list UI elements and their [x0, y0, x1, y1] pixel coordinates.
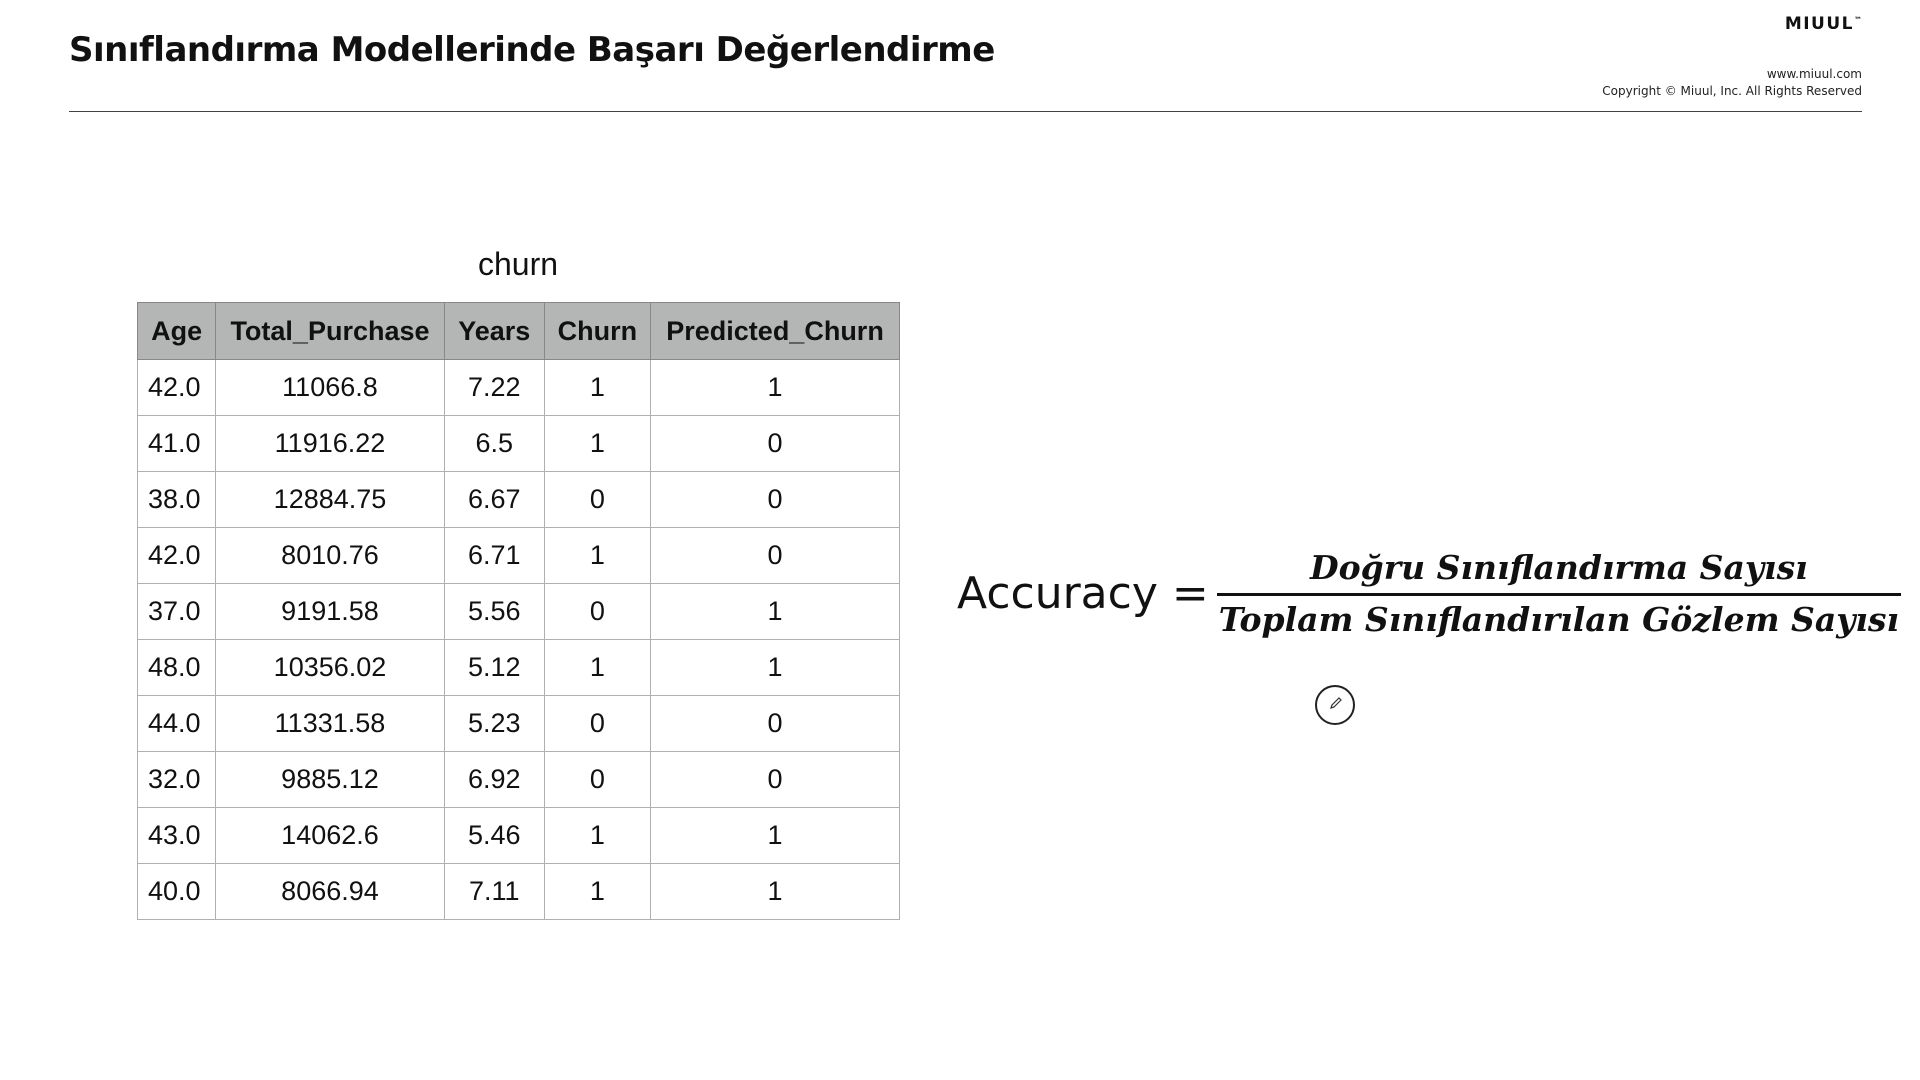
- cell-total-purchase: 10356.02: [215, 639, 445, 696]
- cell-years: 7.11: [443, 863, 545, 920]
- table-row: 43.0 14062.6 5.46 1 1: [137, 807, 900, 864]
- page-title: Sınıflandırma Modellerinde Başarı Değerl…: [69, 30, 995, 70]
- cell-predicted-churn: 0: [650, 527, 900, 584]
- table-row: 41.0 11916.22 6.5 1 0: [137, 415, 900, 472]
- cell-total-purchase: 8010.76: [215, 527, 445, 584]
- brand-trademark: ™: [1854, 15, 1862, 25]
- cell-total-purchase: 14062.6: [215, 807, 445, 864]
- cell-age: 32.0: [137, 751, 217, 808]
- table-row: 48.0 10356.02 5.12 1 1: [137, 639, 900, 696]
- cell-churn: 1: [543, 527, 652, 584]
- cell-years: 5.56: [443, 583, 545, 640]
- website-text: www.miuul.com: [1766, 67, 1862, 81]
- cell-churn: 1: [543, 807, 652, 864]
- table-row: 40.0 8066.94 7.11 1 1: [137, 863, 900, 920]
- pen-cursor-icon: [1315, 685, 1355, 725]
- fraction-bar: [1216, 593, 1902, 596]
- cell-years: 6.71: [443, 527, 545, 584]
- cell-total-purchase: 12884.75: [215, 471, 445, 528]
- cell-age: 44.0: [137, 695, 217, 752]
- cell-predicted-churn: 1: [650, 359, 900, 416]
- cell-age: 40.0: [137, 863, 217, 920]
- cell-years: 6.67: [443, 471, 545, 528]
- column-header-predicted-churn: Predicted_Churn: [650, 302, 900, 360]
- cell-total-purchase: 9191.58: [215, 583, 445, 640]
- cell-churn: 0: [543, 751, 652, 808]
- brand-name: MIUUL: [1784, 14, 1854, 34]
- table-row: 42.0 8010.76 6.71 1 0: [137, 527, 900, 584]
- churn-table: Age Total_Purchase Years Churn Predicted…: [137, 302, 900, 920]
- header-divider: [69, 111, 1862, 112]
- cell-predicted-churn: 1: [650, 639, 900, 696]
- copyright-text: Copyright © Miuul, Inc. All Rights Reser…: [1602, 84, 1862, 98]
- table-row: 42.0 11066.8 7.22 1 1: [137, 359, 900, 416]
- accuracy-label: Accuracy =: [957, 568, 1209, 619]
- table-caption: churn: [477, 246, 559, 282]
- cell-churn: 0: [543, 583, 652, 640]
- cell-churn: 1: [543, 863, 652, 920]
- cell-age: 42.0: [137, 527, 217, 584]
- cell-age: 48.0: [137, 639, 217, 696]
- column-header-years: Years: [443, 302, 545, 360]
- formula-numerator: Doğru Sınıflandırma Sayısı: [1310, 548, 1808, 587]
- column-header-age: Age: [137, 302, 217, 360]
- cell-predicted-churn: 1: [650, 807, 900, 864]
- brand-logo: MIUUL™: [1785, 14, 1862, 34]
- accuracy-formula: Accuracy = Doğru Sınıflandırma Sayısı To…: [957, 548, 1902, 639]
- cell-predicted-churn: 0: [650, 471, 900, 528]
- cell-age: 43.0: [137, 807, 217, 864]
- cell-predicted-churn: 0: [650, 751, 900, 808]
- cell-years: 5.12: [443, 639, 545, 696]
- cell-age: 38.0: [137, 471, 217, 528]
- column-header-churn: Churn: [543, 302, 652, 360]
- cell-years: 7.22: [443, 359, 545, 416]
- column-header-total-purchase: Total_Purchase: [215, 302, 445, 360]
- copyright-block: www.miuul.com Copyright © Miuul, Inc. Al…: [1602, 66, 1862, 100]
- cell-predicted-churn: 0: [650, 415, 900, 472]
- table-row: 44.0 11331.58 5.23 0 0: [137, 695, 900, 752]
- cell-predicted-churn: 1: [650, 583, 900, 640]
- cell-predicted-churn: 1: [650, 863, 900, 920]
- cell-churn: 1: [543, 415, 652, 472]
- cell-age: 41.0: [137, 415, 217, 472]
- cell-total-purchase: 11066.8: [215, 359, 445, 416]
- cell-age: 42.0: [137, 359, 217, 416]
- table-row: 32.0 9885.12 6.92 0 0: [137, 751, 900, 808]
- table-header-row: Age Total_Purchase Years Churn Predicted…: [137, 302, 900, 360]
- table-row: 38.0 12884.75 6.67 0 0: [137, 471, 900, 528]
- cell-years: 5.46: [443, 807, 545, 864]
- cell-churn: 1: [543, 359, 652, 416]
- cell-age: 37.0: [137, 583, 217, 640]
- cell-years: 5.23: [443, 695, 545, 752]
- cell-churn: 1: [543, 639, 652, 696]
- cell-total-purchase: 8066.94: [215, 863, 445, 920]
- cell-total-purchase: 9885.12: [215, 751, 445, 808]
- cell-predicted-churn: 0: [650, 695, 900, 752]
- cell-years: 6.92: [443, 751, 545, 808]
- slide: Sınıflandırma Modellerinde Başarı Değerl…: [0, 0, 1920, 1080]
- formula-fraction: Doğru Sınıflandırma Sayısı Toplam Sınıfl…: [1216, 548, 1902, 639]
- table-container: Age Total_Purchase Years Churn Predicted…: [137, 302, 900, 926]
- cell-years: 6.5: [443, 415, 545, 472]
- formula-denominator: Toplam Sınıflandırılan Gözlem Sayısı: [1218, 600, 1900, 639]
- cell-total-purchase: 11916.22: [215, 415, 445, 472]
- cell-churn: 0: [543, 471, 652, 528]
- table-row: 37.0 9191.58 5.56 0 1: [137, 583, 900, 640]
- cell-churn: 0: [543, 695, 652, 752]
- cell-total-purchase: 11331.58: [215, 695, 445, 752]
